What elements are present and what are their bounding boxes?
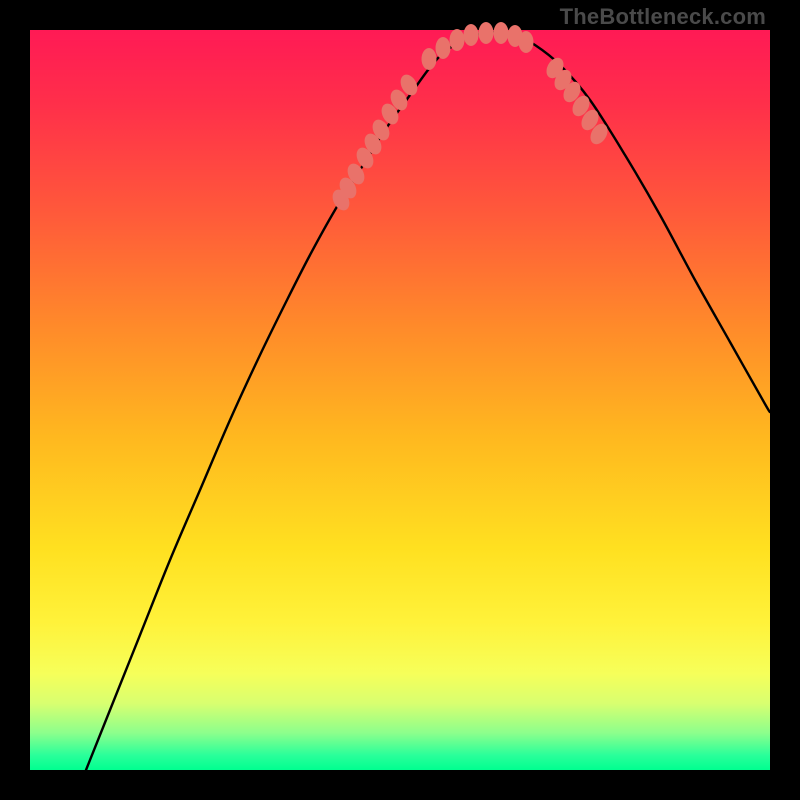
plot-area (30, 30, 770, 770)
watermark-label: TheBottleneck.com (560, 4, 766, 30)
data-dot (494, 22, 509, 44)
bottleneck-curve (86, 32, 770, 770)
data-dot (519, 31, 534, 53)
data-dot (422, 48, 437, 70)
curve-svg (30, 30, 770, 770)
chart-frame: TheBottleneck.com (0, 0, 800, 800)
data-dot (464, 24, 479, 46)
data-dot (479, 22, 494, 44)
data-dots (329, 22, 611, 213)
data-dot (450, 29, 465, 51)
data-dot (436, 37, 451, 59)
